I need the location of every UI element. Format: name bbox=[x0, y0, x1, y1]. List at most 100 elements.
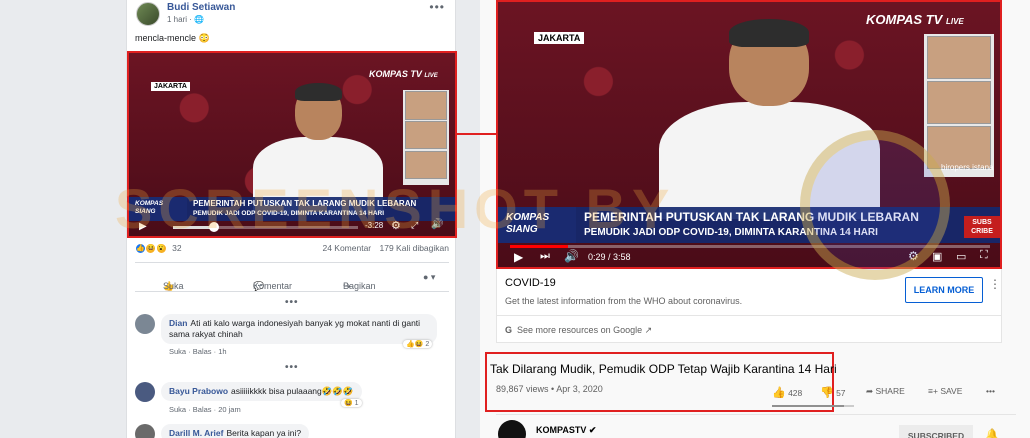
kebab-menu-icon[interactable]: ⋮ bbox=[989, 277, 1001, 291]
comment-bubble: Bayu Prabowo asiiiiikkkk bisa pulaaang🤣🤣🤣 bbox=[161, 382, 362, 401]
facebook-post: Budi Setiawan 1 hari · 🌐 ••• mencla-menc… bbox=[126, 0, 457, 438]
post-stats: 👍 😆 😮 32 24 Komentar 179 Kali dibagikan bbox=[135, 243, 449, 255]
commenter-avatar[interactable] bbox=[135, 424, 155, 438]
speaker-figure bbox=[252, 83, 384, 215]
fullscreen-icon[interactable]: ⛶ bbox=[980, 249, 988, 262]
channel-name[interactable]: KOMPASTV ✔ bbox=[536, 425, 596, 436]
screenshot-root: Budi Setiawan 1 hari · 🌐 ••• mencla-menc… bbox=[0, 0, 1030, 438]
commenter-avatar[interactable] bbox=[135, 314, 155, 334]
subheadline: PEMUDIK JADI ODP COVID-19, DIMINTA KARAN… bbox=[584, 227, 878, 238]
volume-icon[interactable]: 🔊 bbox=[431, 219, 443, 230]
time-remaining: -3:28 bbox=[365, 221, 384, 230]
audience-selector[interactable]: ● ▾ bbox=[423, 272, 435, 283]
comment-reply-link[interactable]: Balas bbox=[193, 405, 212, 414]
volume-icon[interactable]: 🔊 bbox=[564, 249, 579, 263]
post-time[interactable]: 1 hari bbox=[167, 15, 187, 24]
miniplayer-icon[interactable]: ▣ bbox=[932, 250, 942, 263]
google-g-icon: G bbox=[505, 325, 513, 335]
panel-credit: biropers istana bbox=[941, 163, 994, 172]
commenter-avatar[interactable] bbox=[135, 382, 155, 402]
dislike-button[interactable]: 👎 57 bbox=[820, 386, 846, 399]
commenter-name[interactable]: Bayu Prabowo bbox=[169, 386, 228, 396]
video-call-panel bbox=[923, 33, 994, 177]
headline: PEMERINTAH PUTUSKAN TAK LARANG MUDIK LEB… bbox=[193, 199, 417, 208]
next-icon[interactable]: ⏭ bbox=[540, 250, 550, 263]
view-count-date: 89,867 views • Apr 3, 2020 bbox=[496, 384, 603, 394]
video-title: Tak Dilarang Mudik, Pemudik ODP Tetap Wa… bbox=[490, 362, 837, 376]
comment-reply-link[interactable]: Balas bbox=[193, 347, 212, 356]
playlist-add-icon: ≡+ bbox=[928, 386, 938, 396]
subheadline: PEMUDIK JADI ODP COVID-19, DIMINTA KARAN… bbox=[193, 210, 385, 217]
comment-count[interactable]: 24 Komentar bbox=[322, 243, 371, 253]
external-link-icon: ↗ bbox=[644, 325, 653, 335]
post-meta: 1 hari · 🌐 bbox=[167, 15, 204, 24]
news-lower-third: KOMPAS SIANG PEMERINTAH PUTUSKAN TAK LAR… bbox=[498, 207, 1000, 243]
time-display: 0:29 / 3:58 bbox=[588, 252, 631, 262]
settings-gear-icon[interactable]: ⚙ bbox=[391, 219, 401, 232]
like-ratio-bar bbox=[772, 405, 854, 407]
play-icon[interactable]: ▶ bbox=[514, 250, 523, 264]
headline: PEMERINTAH PUTUSKAN TAK LARANG MUDIK LEB… bbox=[584, 210, 919, 224]
author-avatar[interactable] bbox=[136, 2, 160, 26]
notification-bell-icon[interactable]: 🔔 bbox=[985, 428, 999, 438]
share-arrow-icon: ➦ bbox=[866, 386, 874, 396]
comment-reactions[interactable]: 👍😆 2 bbox=[403, 340, 433, 348]
channel-avatar[interactable] bbox=[498, 420, 526, 438]
facebook-video-controls: ▶ -3:28 ⚙ ⤢ 🔊 bbox=[129, 218, 455, 236]
verified-check-icon: ✔ bbox=[588, 425, 597, 435]
highlight-connector-line bbox=[456, 133, 497, 135]
divider bbox=[497, 315, 1001, 316]
comment-bubble: Darill M. Arief Berita kapan ya ini? bbox=[161, 424, 310, 438]
comment-bubble: Dian Ati ati kalo warga indonesiyah banya… bbox=[161, 314, 437, 344]
post-counts: 24 Komentar 179 Kali dibagikan bbox=[322, 243, 449, 253]
show-badge: KOMPAS SIANG bbox=[498, 207, 576, 243]
share-count[interactable]: 179 Kali dibagikan bbox=[380, 243, 449, 253]
post-actions: 👍 Suka 💬 Komentar ↪ Bagikan ● ▾ bbox=[135, 262, 449, 292]
globe-icon: · 🌐 bbox=[189, 15, 205, 24]
more-comments-dots[interactable]: ••• bbox=[285, 297, 299, 308]
video-call-panel bbox=[403, 89, 449, 185]
fullscreen-icon[interactable]: ⤢ bbox=[411, 220, 418, 231]
subscribed-button[interactable]: SUBSCRIBED bbox=[899, 425, 973, 438]
divider bbox=[496, 414, 1016, 415]
thumbs-down-icon: 👎 bbox=[820, 387, 834, 399]
kompas-tv-logo: KOMPAS TV LIVE bbox=[369, 69, 438, 79]
share-button[interactable]: ➦ SHARE bbox=[866, 386, 905, 397]
subscribe-watermark: SUBS CRIBE bbox=[964, 216, 1000, 238]
progress-handle[interactable] bbox=[208, 222, 219, 232]
facebook-video-player[interactable]: JAKARTA KOMPAS TV LIVE KOMPAS SIANG PEME… bbox=[127, 51, 457, 238]
youtube-video-player[interactable]: biropers istana JAKARTA KOMPAS TV LIVE K… bbox=[496, 0, 1002, 269]
haha-reaction-icon: 😆 bbox=[145, 243, 157, 255]
more-replies-dots[interactable]: ••• bbox=[285, 362, 299, 373]
like-button[interactable]: 👍 428 bbox=[772, 386, 802, 399]
video-progress-bar[interactable] bbox=[173, 226, 358, 229]
comment-like-link[interactable]: Suka bbox=[169, 347, 186, 356]
author-name[interactable]: Budi Setiawan bbox=[167, 2, 235, 13]
play-icon[interactable]: ▶ bbox=[139, 221, 147, 232]
info-panel-subtitle: Get the latest information from the WHO … bbox=[505, 296, 743, 306]
learn-more-button[interactable]: LEARN MORE bbox=[905, 277, 983, 303]
commenter-name[interactable]: Dian bbox=[169, 318, 187, 328]
google-resources-link[interactable]: G See more resources on Google ↗ bbox=[505, 325, 652, 336]
like-reaction-icon: 👍 bbox=[135, 243, 146, 255]
reaction-count[interactable]: 32 bbox=[172, 243, 181, 253]
save-button[interactable]: ≡+ SAVE bbox=[928, 386, 962, 396]
location-tag: JAKARTA bbox=[151, 82, 190, 91]
more-actions-button[interactable]: ••• bbox=[986, 386, 995, 396]
comment-time[interactable]: 1h bbox=[218, 347, 226, 356]
location-tag: JAKARTA bbox=[534, 32, 585, 44]
theater-mode-icon[interactable]: ▭ bbox=[956, 250, 966, 263]
comment-like-link[interactable]: Suka bbox=[169, 405, 186, 414]
post-caption: mencla-mencle 😳 bbox=[135, 33, 210, 43]
info-panel-title: COVID-19 bbox=[505, 277, 556, 289]
youtube-page: biropers istana JAKARTA KOMPAS TV LIVE K… bbox=[480, 0, 1030, 438]
post-options-button[interactable]: ••• bbox=[429, 0, 445, 14]
comment-reactions[interactable]: 😆 1 bbox=[341, 399, 362, 407]
comment-time[interactable]: 20 jam bbox=[218, 405, 241, 414]
settings-gear-icon[interactable]: ⚙ bbox=[908, 249, 919, 263]
wow-reaction-icon: 😮 bbox=[155, 243, 167, 255]
kompas-tv-logo: KOMPAS TV LIVE bbox=[866, 12, 964, 27]
covid-info-panel: COVID-19 Get the latest information from… bbox=[496, 269, 1002, 343]
comment-links: Suka · Balas · 20 jam bbox=[169, 405, 241, 414]
commenter-name[interactable]: Darill M. Arief bbox=[169, 428, 223, 438]
